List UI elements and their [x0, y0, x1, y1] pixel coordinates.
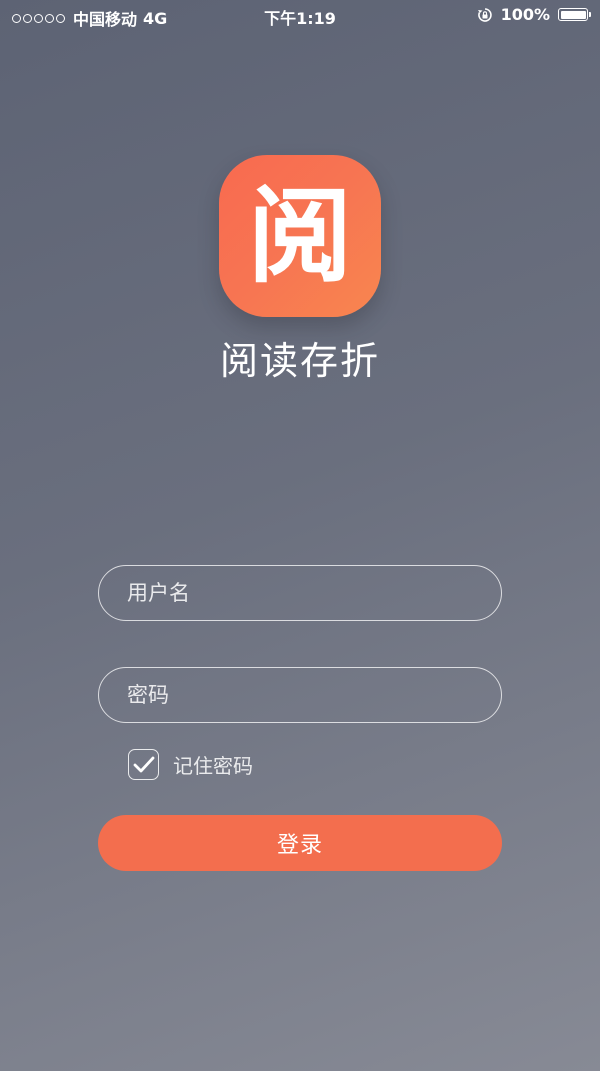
rotation-lock-icon: [477, 7, 493, 23]
remember-password-row[interactable]: 记住密码: [128, 749, 253, 780]
battery-level: [560, 10, 586, 19]
app-name: 阅读存折: [219, 339, 380, 383]
username-input[interactable]: [98, 565, 502, 621]
login-button-label: 登录: [276, 833, 323, 858]
login-button[interactable]: 登录: [98, 815, 502, 871]
app-logo: 阅: [219, 155, 381, 317]
status-bar: 中国移动 4G 下午1:19 100%: [0, 0, 600, 30]
battery-icon: [558, 8, 591, 21]
checkmark-icon: [133, 756, 154, 772]
status-right: 100%: [477, 5, 591, 24]
password-input[interactable]: [98, 667, 502, 723]
remember-password-label: 记住密码: [173, 754, 253, 778]
remember-password-checkbox[interactable]: [128, 749, 159, 780]
battery-percent: 100%: [500, 5, 550, 24]
app-logo-glyph: 阅: [247, 175, 352, 297]
